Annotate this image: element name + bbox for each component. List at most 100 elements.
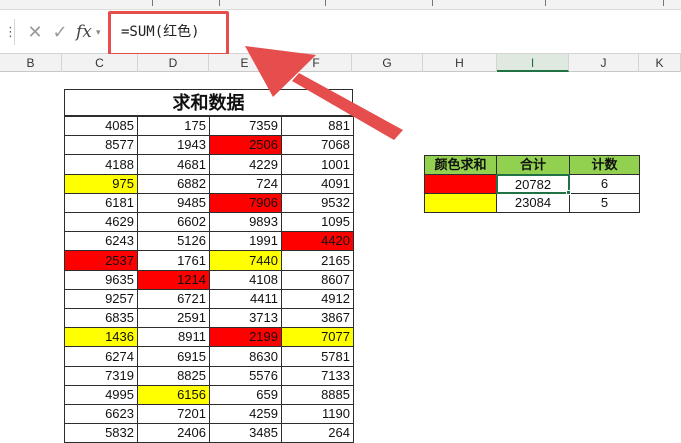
table-cell[interactable]: 881 [281, 116, 354, 136]
formula-bar: ⋮ ✕ ✓ fx ▾ =SUM(红色) [0, 10, 681, 54]
table-cell[interactable]: 175 [137, 116, 210, 136]
table-cell[interactable]: 1943 [137, 135, 210, 155]
table-cell[interactable]: 1761 [137, 250, 210, 271]
color-swatch-red[interactable] [424, 174, 497, 194]
check-icon[interactable]: ✓ [50, 20, 70, 44]
table-cell[interactable]: 7319 [64, 366, 138, 386]
table-cell[interactable]: 4629 [64, 212, 138, 232]
column-header-b[interactable]: B [0, 54, 62, 72]
table-cell[interactable]: 5126 [137, 231, 210, 251]
ribbon-tab-edge [219, 0, 220, 6]
table-cell[interactable]: 1991 [209, 231, 282, 251]
color-swatch-yellow[interactable] [424, 193, 497, 213]
cancel-icon[interactable]: ✕ [25, 20, 45, 44]
column-header-h[interactable]: H [423, 54, 497, 72]
column-header-f[interactable]: F [281, 54, 352, 72]
table-cell[interactable]: 9257 [64, 289, 138, 309]
column-header-e[interactable]: E [209, 54, 281, 72]
table-cell[interactable]: 2165 [281, 250, 354, 271]
table-cell[interactable]: 6882 [137, 174, 210, 194]
column-header-i[interactable]: I [497, 54, 569, 72]
table-cell[interactable]: 2506 [209, 135, 282, 155]
column-header-j[interactable]: J [569, 54, 639, 72]
table-cell[interactable]: 4091 [281, 174, 354, 194]
table-cell[interactable]: 1214 [137, 270, 210, 290]
table-cell[interactable]: 3485 [209, 423, 282, 443]
table-cell[interactable]: 2537 [64, 250, 138, 271]
fill-handle[interactable] [566, 190, 571, 195]
table-cell[interactable]: 4259 [209, 404, 282, 424]
table-cell[interactable]: 3713 [209, 308, 282, 328]
column-header-g[interactable]: G [352, 54, 423, 72]
table-cell[interactable]: 6623 [64, 404, 138, 424]
summary-total-yellow[interactable]: 23084 [496, 193, 570, 213]
table-cell[interactable]: 6721 [137, 289, 210, 309]
table-cell[interactable]: 3867 [281, 308, 354, 328]
table-cell[interactable]: 6915 [137, 346, 210, 367]
table-cell[interactable]: 5832 [64, 423, 138, 443]
table-cell[interactable]: 8630 [209, 346, 282, 367]
table-cell[interactable]: 4229 [209, 154, 282, 175]
ribbon-edge [0, 0, 681, 10]
table-cell[interactable]: 9893 [209, 212, 282, 232]
table-cell[interactable]: 7077 [281, 327, 354, 347]
table-cell[interactable]: 1190 [281, 404, 354, 424]
table-cell[interactable]: 8885 [281, 385, 354, 405]
column-header-k[interactable]: K [639, 54, 681, 72]
summary-header-count[interactable]: 计数 [569, 155, 640, 175]
table-cell[interactable]: 264 [281, 423, 354, 443]
table-cell[interactable]: 6835 [64, 308, 138, 328]
table-cell[interactable]: 659 [209, 385, 282, 405]
table-cell[interactable]: 6274 [64, 346, 138, 367]
summary-count-red[interactable]: 6 [569, 174, 640, 194]
table-cell[interactable]: 8607 [281, 270, 354, 290]
table-cell[interactable]: 4411 [209, 289, 282, 309]
table-cell[interactable]: 6243 [64, 231, 138, 251]
table-cell[interactable]: 2406 [137, 423, 210, 443]
more-options-icon[interactable]: ⋮ [4, 23, 17, 41]
table-cell[interactable]: 6181 [64, 193, 138, 213]
table-cell[interactable]: 4108 [209, 270, 282, 290]
table-cell[interactable]: 9635 [64, 270, 138, 290]
table-cell[interactable]: 724 [209, 174, 282, 194]
ribbon-tab-edge [432, 0, 433, 6]
table-cell[interactable]: 4085 [64, 116, 138, 136]
table-cell[interactable]: 4188 [64, 154, 138, 175]
table-cell[interactable]: 5576 [209, 366, 282, 386]
table-cell[interactable]: 9532 [281, 193, 354, 213]
table-cell[interactable]: 7068 [281, 135, 354, 155]
column-header-d[interactable]: D [138, 54, 209, 72]
chevron-down-icon[interactable]: ▾ [96, 26, 106, 38]
table-cell[interactable]: 2199 [209, 327, 282, 347]
column-header-c[interactable]: C [62, 54, 138, 72]
table-cell[interactable]: 7359 [209, 116, 282, 136]
table-cell[interactable]: 7201 [137, 404, 210, 424]
ribbon-tab-edge [545, 0, 546, 6]
summary-total-red[interactable]: 20782 [496, 174, 570, 194]
table-cell[interactable]: 975 [64, 174, 138, 194]
table-cell[interactable]: 8911 [137, 327, 210, 347]
table-cell[interactable]: 6602 [137, 212, 210, 232]
table-cell[interactable]: 7440 [209, 250, 282, 271]
table-cell[interactable]: 1436 [64, 327, 138, 347]
table-cell[interactable]: 8577 [64, 135, 138, 155]
formula-bar-divider [14, 19, 15, 45]
insert-function-icon[interactable]: fx [76, 20, 96, 44]
summary-header-total[interactable]: 合计 [496, 155, 570, 175]
table-title[interactable]: 求和数据 [64, 89, 353, 116]
table-cell[interactable]: 4995 [64, 385, 138, 405]
table-cell[interactable]: 8825 [137, 366, 210, 386]
summary-count-yellow[interactable]: 5 [569, 193, 640, 213]
table-cell[interactable]: 7133 [281, 366, 354, 386]
table-cell[interactable]: 5781 [281, 346, 354, 367]
table-cell[interactable]: 4681 [137, 154, 210, 175]
table-cell[interactable]: 4420 [281, 231, 354, 251]
table-cell[interactable]: 2591 [137, 308, 210, 328]
table-cell[interactable]: 1001 [281, 154, 354, 175]
table-cell[interactable]: 6156 [137, 385, 210, 405]
summary-header-color[interactable]: 颜色求和 [424, 155, 497, 175]
table-cell[interactable]: 1095 [281, 212, 354, 232]
table-cell[interactable]: 7906 [209, 193, 282, 213]
table-cell[interactable]: 9485 [137, 193, 210, 213]
table-cell[interactable]: 4912 [281, 289, 354, 309]
